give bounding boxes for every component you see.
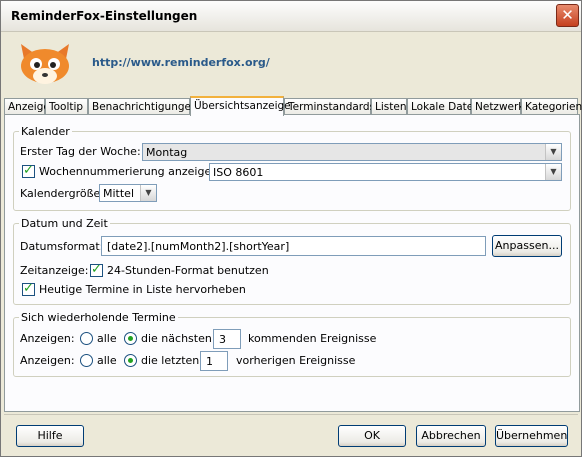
tab-netzwerk[interactable]: Netzwerk <box>471 98 524 114</box>
date-format-value: [date2].[numMonth2].[shortYear] <box>107 240 290 253</box>
week-number-select[interactable]: ISO 8601 ▼ <box>209 163 562 181</box>
tab-terminstandards[interactable]: Terminstandards <box>284 98 375 114</box>
show-label: Anzeigen: <box>20 332 75 345</box>
tab-anzeige[interactable]: Anzeige <box>4 98 50 114</box>
checkmark-icon: ✓ <box>23 163 34 178</box>
all-previous-label: alle <box>97 354 117 367</box>
date-format-input[interactable]: [date2].[numMonth2].[shortYear] <box>101 236 486 256</box>
recurring-legend: Sich wiederholende Termine <box>19 311 178 324</box>
all-upcoming-radio[interactable] <box>80 332 93 345</box>
last-events-count-input[interactable]: 1 <box>200 351 228 371</box>
week-number-label: Wochennummerierung anzeigen <box>39 165 219 178</box>
date-time-legend: Datum und Zeit <box>19 217 110 230</box>
date-format-label: Datumsformat: <box>20 240 104 253</box>
highlight-today-checkbox[interactable]: ✓ <box>22 281 35 296</box>
previous-events-label: vorherigen Ereignisse <box>236 354 356 367</box>
close-button[interactable]: ✕ <box>556 4 579 27</box>
next-events-count-input[interactable]: 3 <box>213 329 241 349</box>
first-day-value: Montag <box>146 146 188 159</box>
calendar-group: Kalender Erster Tag der Woche: Montag ▼ … <box>13 125 571 211</box>
ok-button[interactable]: OK <box>338 425 406 447</box>
first-day-select[interactable]: Montag ▼ <box>142 143 562 161</box>
tab-tooltip[interactable]: Tooltip <box>45 98 88 114</box>
next-events-radio[interactable] <box>124 332 137 345</box>
title-bar[interactable]: ReminderFox-Einstellungen ✕ <box>1 1 581 32</box>
24h-format-checkbox[interactable]: ✓ <box>90 262 103 277</box>
all-previous-radio[interactable] <box>80 354 93 367</box>
help-button[interactable]: Hilfe <box>16 425 84 447</box>
window-title: ReminderFox-Einstellungen <box>11 9 198 23</box>
header-banner: http://www.reminderfox.org/ <box>1 32 581 94</box>
calendar-legend: Kalender <box>19 125 72 138</box>
tab-panel: Kalender Erster Tag der Woche: Montag ▼ … <box>4 114 580 412</box>
website-link[interactable]: http://www.reminderfox.org/ <box>92 56 270 69</box>
fox-logo-icon <box>21 44 69 84</box>
next-events-count: 3 <box>219 333 226 346</box>
chevron-down-icon: ▼ <box>545 164 561 180</box>
footer-divider <box>4 414 578 415</box>
tab-listen[interactable]: Listen <box>371 98 407 114</box>
tab-lokale-datei[interactable]: Lokale Datei <box>407 98 476 114</box>
close-icon: ✕ <box>561 6 574 24</box>
radio-selected-dot <box>128 358 133 363</box>
last-events-label: die letzten <box>141 354 200 367</box>
last-events-count: 1 <box>206 355 213 368</box>
customize-button[interactable]: Anpassen... <box>492 235 562 257</box>
chevron-down-icon: ▼ <box>140 185 156 201</box>
tab-uebersichtsanzeige[interactable]: Übersichtsanzeige <box>190 96 291 116</box>
radio-selected-dot <box>128 336 133 341</box>
calendar-size-value: Mittel <box>103 187 134 200</box>
first-day-label: Erster Tag der Woche: <box>20 145 141 158</box>
next-events-label: die nächsten <box>141 332 212 345</box>
date-time-group: Datum und Zeit Datumsformat: [date2].[nu… <box>13 217 571 305</box>
highlight-today-label: Heutige Termine in Liste hervorheben <box>39 283 246 296</box>
week-number-value: ISO 8601 <box>213 166 264 179</box>
preferences-window: ReminderFox-Einstellungen ✕ http://www.r… <box>0 0 582 457</box>
time-display-label: Zeitanzeige: <box>20 264 89 277</box>
last-events-radio[interactable] <box>124 354 137 367</box>
recurring-group: Sich wiederholende Termine Anzeigen: all… <box>13 311 571 377</box>
apply-button[interactable]: Übernehmen <box>495 425 568 447</box>
tab-benachrichtigungen[interactable]: Benachrichtigungen <box>88 98 198 114</box>
upcoming-events-label: kommenden Ereignisse <box>248 332 377 345</box>
chevron-down-icon: ▼ <box>545 144 561 160</box>
cancel-button[interactable]: Abbrechen <box>416 425 486 447</box>
calendar-size-label: Kalendergröße <box>20 187 101 200</box>
show-label: Anzeigen: <box>20 354 75 367</box>
24h-format-label: 24-Stunden-Format benutzen <box>107 264 269 277</box>
checkmark-icon: ✓ <box>91 262 102 277</box>
calendar-size-select[interactable]: Mittel ▼ <box>99 184 157 202</box>
all-upcoming-label: alle <box>97 332 117 345</box>
week-number-checkbox[interactable]: ✓ <box>22 163 35 178</box>
checkmark-icon: ✓ <box>23 281 34 296</box>
tab-kategorien[interactable]: Kategorien <box>521 98 582 114</box>
